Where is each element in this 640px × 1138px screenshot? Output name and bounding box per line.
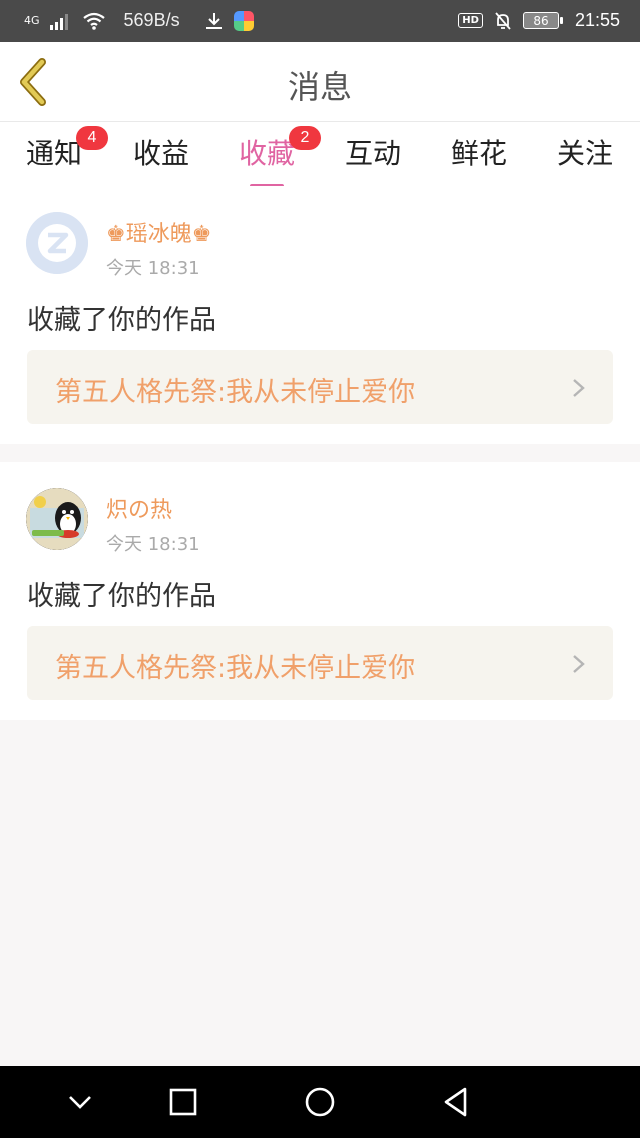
action-text: 收藏了你的作品 — [27, 581, 216, 612]
unread-badge: 4 — [76, 126, 108, 150]
tab-notifications[interactable]: 通知 4 — [14, 126, 108, 172]
avatar[interactable] — [26, 488, 88, 550]
timestamp: 今天 18:31 — [106, 534, 200, 555]
network-speed: 569B/s — [123, 10, 180, 30]
tab-label: 收益 — [132, 137, 189, 170]
recent-apps-square-icon[interactable] — [165, 1084, 201, 1120]
clock: 21:55 — [574, 10, 620, 30]
navigation-bar — [0, 1066, 640, 1138]
back-triangle-icon[interactable] — [438, 1084, 474, 1120]
network-type: 4G — [24, 14, 40, 27]
tab-label: 鲜花 — [450, 137, 507, 170]
tab-following[interactable]: 关注 — [545, 132, 625, 172]
status-bar: 4G 569B/s HD 86 21:55 — [0, 0, 640, 42]
username[interactable]: ♚瑶冰魄♚ — [106, 216, 211, 248]
home-circle-icon[interactable] — [302, 1084, 338, 1120]
chevron-right-icon — [573, 379, 585, 397]
tab-label: 通知 — [25, 137, 82, 170]
chevron-right-icon — [573, 655, 585, 673]
wifi-icon — [82, 12, 105, 30]
tab-label: 关注 — [556, 137, 613, 170]
download-icon — [205, 12, 222, 29]
tab-interactions[interactable]: 互动 — [333, 132, 413, 172]
page-title: 消息 — [287, 68, 352, 106]
default-avatar-icon — [26, 212, 88, 274]
timestamp: 今天 18:31 — [106, 258, 200, 279]
message-card: 炽の热 今天 18:31 收藏了你的作品 第五人格先祭:我从未停止爱你 — [0, 462, 640, 720]
avatar[interactable] — [26, 212, 88, 274]
penguin-avatar-icon — [26, 488, 88, 550]
unread-badge: 2 — [289, 126, 321, 150]
work-link[interactable]: 第五人格先祭:我从未停止爱你 — [27, 350, 613, 424]
tab-label: 互动 — [344, 137, 401, 170]
bell-off-icon — [495, 11, 511, 30]
work-link[interactable]: 第五人格先祭:我从未停止爱你 — [27, 626, 613, 700]
signal-icon — [49, 13, 68, 30]
tab-bar: 通知 4 收益 收藏 2 互动 鲜花 关注 — [0, 122, 640, 188]
header: 消息 — [0, 42, 640, 122]
work-title: 第五人格先祭:我从未停止爱你 — [55, 377, 416, 408]
message-card: ♚瑶冰魄♚ 今天 18:31 收藏了你的作品 第五人格先祭:我从未停止爱你 — [0, 186, 640, 444]
app-notification-icon — [233, 10, 254, 31]
hd-icon: HD — [458, 13, 483, 28]
tab-earnings[interactable]: 收益 — [121, 132, 201, 172]
tab-favorites[interactable]: 收藏 2 — [227, 126, 321, 188]
tab-flowers[interactable]: 鲜花 — [439, 132, 519, 172]
action-text: 收藏了你的作品 — [27, 305, 216, 336]
tab-label: 收藏 — [238, 137, 295, 170]
battery-icon: 86 — [522, 12, 563, 29]
hide-nav-chevron-down-icon[interactable] — [62, 1084, 98, 1120]
username[interactable]: 炽の热 — [106, 492, 172, 524]
work-title: 第五人格先祭:我从未停止爱你 — [55, 653, 416, 684]
